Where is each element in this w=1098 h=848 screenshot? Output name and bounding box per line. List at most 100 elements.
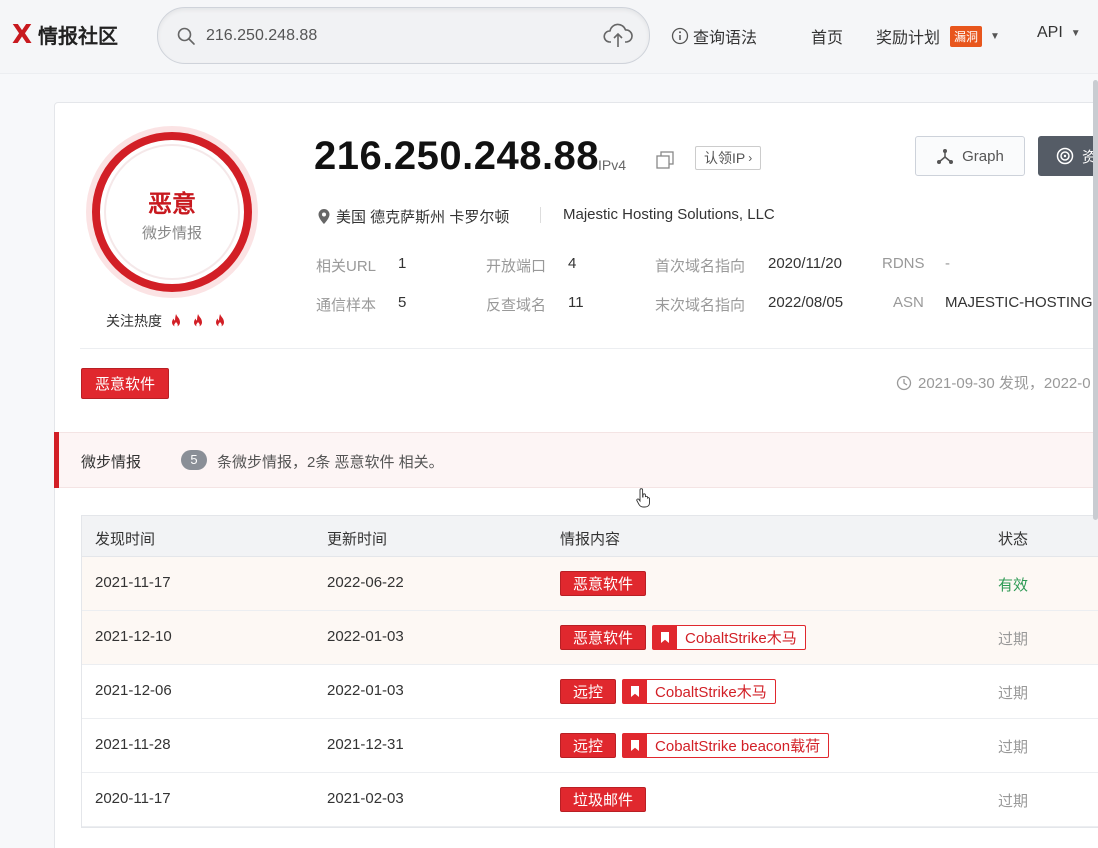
- table-row[interactable]: 2020-11-17 2021-02-03 垃圾邮件 过期: [82, 773, 1098, 827]
- row-content-tags: 恶意软件 CobaltStrike木马: [560, 625, 806, 650]
- ip-address-title: 216.250.248.88: [314, 134, 600, 178]
- nav-api[interactable]: API ▼: [1037, 24, 1081, 42]
- category-tag[interactable]: 远控: [560, 733, 617, 758]
- malware-tag[interactable]: 恶意软件: [81, 368, 170, 399]
- bookmark-icon: [623, 680, 648, 703]
- row-updated-time: 2022-01-03: [327, 682, 404, 699]
- chevron-right-icon: ›: [748, 151, 753, 165]
- nav-query-syntax-label: 查询语法: [693, 30, 758, 47]
- search-input[interactable]: [206, 22, 586, 50]
- stat-samples-value[interactable]: 5: [398, 294, 406, 311]
- row-content-tags: 远控 CobaltStrike木马: [560, 679, 776, 704]
- bookmark-icon: [653, 626, 678, 649]
- location-pin-icon: [318, 209, 330, 224]
- top-navbar: X 情报社区 查询语法 首页 奖励计划 漏洞 ▼ API ▼: [0, 0, 1098, 74]
- malware-family-tag[interactable]: CobaltStrike木马: [652, 625, 806, 650]
- row-status: 过期: [998, 631, 1029, 648]
- malware-family-label: CobaltStrike木马: [685, 630, 797, 647]
- category-tag[interactable]: 远控: [560, 679, 617, 704]
- graph-icon: [937, 149, 954, 164]
- chevron-down-icon: ▼: [990, 30, 1000, 42]
- target-icon: [1056, 147, 1074, 165]
- col-updated-time[interactable]: 更新时间: [327, 528, 387, 549]
- table-row[interactable]: 2021-11-17 2022-06-22 恶意软件 有效: [82, 557, 1098, 611]
- cloud-upload-icon[interactable]: [603, 22, 633, 50]
- row-content-tags: 恶意软件: [560, 571, 647, 596]
- row-status: 过期: [998, 793, 1029, 810]
- table-header: 发现时间 更新时间 情报内容 状态: [82, 516, 1098, 557]
- scrollbar[interactable]: [1093, 80, 1098, 520]
- nav-rewards-label: 奖励计划: [876, 30, 941, 47]
- row-updated-time: 2021-12-31: [327, 736, 404, 753]
- graph-button[interactable]: Graph: [915, 136, 1025, 176]
- category-tag[interactable]: 恶意软件: [560, 625, 647, 650]
- nav-rewards[interactable]: 奖励计划 漏洞 ▼: [876, 24, 1000, 48]
- col-content: 情报内容: [560, 531, 621, 548]
- attention-heat: 关注热度: [106, 311, 228, 331]
- intel-title: 微步情报: [81, 454, 142, 471]
- col-found-time[interactable]: 发现时间: [95, 528, 155, 549]
- vuln-badge: 漏洞: [950, 25, 983, 47]
- table-row[interactable]: 2021-12-10 2022-01-03 恶意软件 CobaltStrike木…: [82, 611, 1098, 665]
- category-tag[interactable]: 垃圾邮件: [560, 787, 647, 812]
- logo-mark: X: [12, 19, 33, 50]
- malware-family-tag[interactable]: CobaltStrike beacon载荷: [622, 733, 830, 758]
- logo[interactable]: X 情报社区: [12, 20, 118, 49]
- search-icon: [177, 27, 195, 45]
- logo-text: 情报社区: [38, 26, 119, 48]
- intel-description: 条微步情报，2条 恶意软件 相关。: [217, 454, 444, 471]
- intel-summary-bar: [54, 432, 1098, 488]
- ip-location: 美国 德克萨斯州 卡罗尔顿: [318, 206, 509, 227]
- discovery-time-text: 2021-09-30 发现，2022-0: [918, 375, 1091, 392]
- info-icon: [671, 27, 689, 45]
- chevron-down-icon: ▼: [1070, 27, 1081, 39]
- report-button[interactable]: 资: [1038, 136, 1098, 176]
- bookmark-icon: [623, 734, 648, 757]
- malware-family-tag[interactable]: CobaltStrike木马: [622, 679, 776, 704]
- malware-family-label: CobaltStrike beacon载荷: [655, 738, 821, 755]
- row-found-time: 2020-11-17: [95, 790, 171, 807]
- hand-cursor-icon: [636, 488, 650, 508]
- intel-table: 发现时间 更新时间 情报内容 状态 2021-11-17 2022-06-22 …: [81, 515, 1098, 828]
- category-tag[interactable]: 恶意软件: [560, 571, 647, 596]
- copy-icon[interactable]: [655, 150, 677, 170]
- nav-home[interactable]: 首页: [811, 24, 843, 48]
- stat-samples-label: 通信样本: [316, 297, 377, 314]
- row-found-time: 2021-12-06: [95, 682, 172, 699]
- stat-first-domain-value: 2020/11/20: [768, 255, 842, 272]
- malware-family-label: CobaltStrike木马: [655, 684, 767, 701]
- flame-icon: [216, 314, 224, 327]
- clock-icon: [896, 375, 912, 390]
- stat-reverse-domain-value[interactable]: 11: [568, 294, 584, 311]
- row-content-tags: 垃圾邮件: [560, 787, 647, 812]
- discovery-time: 2021-09-30 发现，2022-0: [896, 372, 1091, 393]
- stat-open-ports-label: 开放端口: [486, 258, 547, 275]
- flame-icon: [172, 314, 180, 327]
- intel-bar-accent: [54, 432, 59, 488]
- row-found-time: 2021-12-10: [95, 628, 172, 645]
- search-box[interactable]: [157, 7, 650, 64]
- verdict-source: 微步情报: [141, 225, 202, 242]
- ip-version: IPv4: [598, 157, 627, 173]
- ip-organization: Majestic Hosting Solutions, LLC: [563, 206, 775, 223]
- stat-rdns-label: RDNS: [882, 255, 925, 272]
- stat-related-url-value[interactable]: 1: [398, 255, 406, 272]
- row-found-time: 2021-11-28: [95, 736, 171, 753]
- graph-button-label: Graph: [962, 147, 1004, 165]
- row-found-time: 2021-11-17: [95, 574, 171, 591]
- nav-query-syntax[interactable]: 查询语法: [671, 24, 757, 48]
- table-row[interactable]: 2021-12-06 2022-01-03 远控 CobaltStrike木马 …: [82, 665, 1098, 719]
- table-body: 2021-11-17 2022-06-22 恶意软件 有效 2021-12-10…: [82, 557, 1098, 827]
- claim-ip-button[interactable]: 认领IP ›: [695, 146, 762, 170]
- row-updated-time: 2022-06-22: [327, 574, 404, 591]
- table-row[interactable]: 2021-11-28 2021-12-31 远控 CobaltStrike be…: [82, 719, 1098, 773]
- intel-count-badge: 5: [181, 450, 207, 470]
- row-status: 过期: [998, 685, 1029, 702]
- stat-last-domain-value: 2022/08/05: [768, 294, 844, 311]
- row-updated-time: 2021-02-03: [327, 790, 404, 807]
- heat-label: 关注热度: [106, 313, 162, 329]
- stat-reverse-domain-label: 反查域名: [486, 297, 547, 314]
- nav-api-label: API: [1037, 24, 1063, 41]
- stat-open-ports-value[interactable]: 4: [568, 255, 576, 272]
- stat-asn-value[interactable]: MAJESTIC-HOSTING: [945, 294, 1098, 311]
